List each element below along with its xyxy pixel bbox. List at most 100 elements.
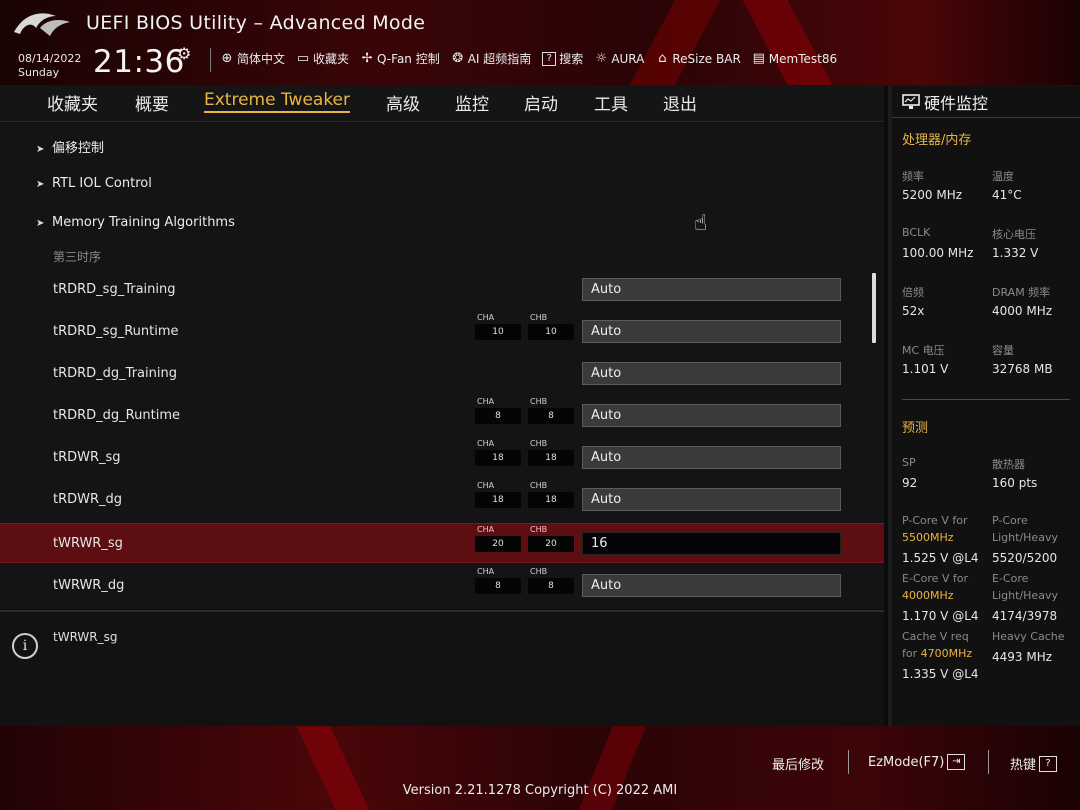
- channel-a-readout: CHA 18: [475, 481, 521, 509]
- setting-label: tRDWR_sg: [53, 450, 121, 465]
- tab-monitor[interactable]: 监控: [455, 90, 489, 115]
- setting-value-field[interactable]: Auto: [582, 574, 841, 597]
- hw-divider: [892, 117, 1080, 118]
- bclk-label: BCLK: [902, 226, 931, 239]
- setting-value-input[interactable]: 16: [582, 532, 841, 555]
- channel-value: 8: [528, 578, 574, 594]
- aura-button[interactable]: ☼ AURA: [594, 51, 644, 66]
- channel-value: 18: [475, 450, 521, 466]
- info-icon: i: [12, 633, 38, 659]
- cache-v-label-2: for 4700MHz: [902, 647, 972, 660]
- main-tabs: 收藏夹 概要 Extreme Tweaker 高级 监控 启动 工具 退出: [0, 86, 884, 122]
- ezmode-label: EzMode(F7): [868, 754, 945, 770]
- setting-row-trdrd-dg-runtime[interactable]: tRDRD_dg_Runtime CHA 8 CHB 8 Auto: [0, 396, 884, 436]
- channel-b-readout: CHB 18: [528, 481, 574, 509]
- channel-b-readout: CHB 8: [528, 397, 574, 425]
- setting-value-field[interactable]: Auto: [582, 488, 841, 511]
- channel-label: CHB: [530, 481, 548, 490]
- toolbar-label: 收藏夹: [313, 52, 350, 66]
- app-title: UEFI BIOS Utility – Advanced Mode: [86, 12, 426, 34]
- submenu-label: RTL IOL Control: [52, 176, 152, 191]
- tab-favorites[interactable]: 收藏夹: [47, 90, 98, 115]
- toolbar-label: 简体中文: [237, 52, 286, 66]
- top-bar: UEFI BIOS Utility – Advanced Mode 08/14/…: [0, 0, 1080, 86]
- hotkeys-button[interactable]: 热键?: [1010, 754, 1058, 773]
- channel-value: 8: [475, 408, 521, 424]
- setting-label: tRDRD_dg_Runtime: [53, 408, 180, 423]
- freq-label: 频率: [902, 170, 924, 183]
- temp-label: 温度: [992, 170, 1014, 183]
- sp-value: 92: [902, 476, 918, 490]
- setting-row-trdwr-sg[interactable]: tRDWR_sg CHA 18 CHB 18 Auto: [0, 438, 884, 478]
- tab-tool[interactable]: 工具: [594, 90, 628, 115]
- ezmode-button[interactable]: EzMode(F7) ⇥: [868, 754, 966, 770]
- submenu-memory-training[interactable]: ➤ Memory Training Algorithms: [36, 215, 235, 230]
- tab-exit[interactable]: 退出: [663, 90, 697, 115]
- channel-label: CHB: [530, 397, 548, 406]
- channel-label: CHB: [530, 525, 548, 534]
- channel-value: 8: [475, 578, 521, 594]
- bclk-value: 100.00 MHz: [902, 246, 974, 260]
- day-text: Sunday: [18, 66, 60, 79]
- hardware-monitor-panel: 硬件监控 处理器/内存 频率 5200 MHz 温度 41°C BCLK 100…: [888, 86, 1080, 726]
- setting-value-field[interactable]: Auto: [582, 362, 841, 385]
- setting-value-field[interactable]: Auto: [582, 278, 841, 301]
- temp-value: 41°C: [992, 188, 1022, 202]
- ai-oc-guide-button[interactable]: ❂ AI 超频指南: [451, 50, 532, 67]
- ratio-value: 52x: [902, 304, 925, 318]
- globe-icon: ⊕: [221, 51, 233, 66]
- setting-row-trdwr-dg[interactable]: tRDWR_dg CHA 18 CHB 18 Auto: [0, 480, 884, 520]
- aura-icon: ☼: [595, 51, 608, 66]
- resize-bar-button[interactable]: ⌂ ReSize BAR: [655, 51, 741, 66]
- tab-extreme-tweaker[interactable]: Extreme Tweaker: [204, 90, 351, 113]
- setting-value-field[interactable]: Auto: [582, 446, 841, 469]
- channel-a-readout: CHA 20: [475, 525, 521, 553]
- channel-value: 18: [528, 492, 574, 508]
- help-panel: i tWRWR_sg: [0, 610, 884, 726]
- ecore-v-freq: 4000MHz: [902, 589, 954, 602]
- chevron-right-icon: ➤: [36, 218, 45, 229]
- cache-v-freq: 4700MHz: [920, 647, 973, 660]
- channel-value: 18: [475, 492, 521, 508]
- prediction-section: 预测: [902, 421, 929, 436]
- date-display: 08/14/2022 Sunday: [18, 52, 81, 80]
- channel-a-readout: CHA 18: [475, 439, 521, 467]
- tab-main[interactable]: 概要: [135, 90, 169, 115]
- channel-label: CHA: [477, 567, 495, 576]
- qfan-button[interactable]: ✢ Q-Fan 控制: [360, 50, 440, 67]
- gear-icon[interactable]: ⚙: [177, 44, 191, 63]
- channel-value: 20: [475, 536, 521, 552]
- setting-value-field[interactable]: Auto: [582, 404, 841, 427]
- channel-label: CHB: [530, 313, 548, 322]
- setting-row-trdrd-dg-training[interactable]: tRDRD_dg_Training Auto: [0, 354, 884, 394]
- header-divider: [210, 48, 211, 72]
- ecore-v-label: E-Core V for: [902, 572, 969, 585]
- ecore-lh-value: 4174/3978: [992, 609, 1058, 623]
- ecore-lh-label: E-Core: [992, 572, 1029, 585]
- setting-row-trdrd-sg-runtime[interactable]: tRDRD_sg_Runtime CHA 10 CHB 10 Auto: [0, 312, 884, 352]
- channel-label: CHA: [477, 397, 495, 406]
- memtest-button[interactable]: ▤ MemTest86: [752, 51, 837, 66]
- favorites-button[interactable]: ▭ 收藏夹: [296, 50, 349, 67]
- search-button[interactable]: ? 搜索: [542, 50, 583, 67]
- toolbar-label: MemTest86: [768, 51, 838, 66]
- last-modified-button[interactable]: 最后修改: [772, 754, 824, 773]
- freq-value: 5200 MHz: [902, 188, 963, 202]
- tab-boot[interactable]: 启动: [524, 90, 558, 115]
- tab-advanced[interactable]: 高级: [386, 90, 420, 115]
- setting-value-field[interactable]: Auto: [582, 320, 841, 343]
- channel-label: CHB: [530, 439, 548, 448]
- settings-panel: ➤ 偏移控制 ➤ RTL IOL Control ➤ Memory Training …: [0, 123, 884, 609]
- scrollbar[interactable]: [872, 273, 876, 343]
- channel-a-readout: CHA 8: [475, 397, 521, 425]
- toolbar-label: Q-Fan 控制: [377, 52, 440, 66]
- channel-label: CHA: [477, 525, 495, 534]
- setting-row-twrwr-sg[interactable]: tWRWR_sg CHA 20 CHB 20 16: [0, 523, 884, 563]
- setting-row-trdrd-sg-training[interactable]: tRDRD_sg_Training Auto: [0, 270, 884, 310]
- setting-row-twrwr-dg[interactable]: tWRWR_dg CHA 8 CHB 8 Auto: [0, 566, 884, 606]
- submenu-offset-control[interactable]: ➤ 偏移控制: [36, 137, 104, 156]
- submenu-rtl-iol-control[interactable]: ➤ RTL IOL Control: [36, 176, 152, 191]
- submenu-label: 偏移控制: [52, 141, 105, 156]
- toolbar-label: AI 超频指南: [467, 52, 532, 66]
- language-button[interactable]: ⊕ 简体中文: [220, 50, 285, 67]
